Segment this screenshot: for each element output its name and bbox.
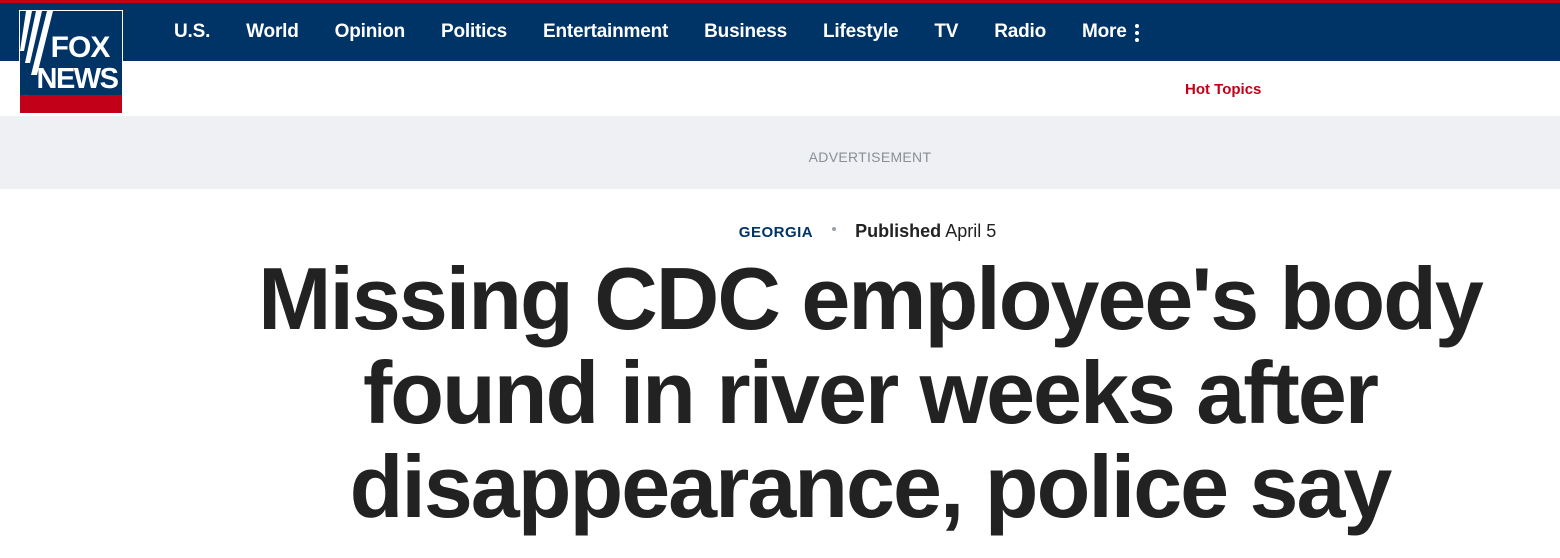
meta-separator-dot [832,227,837,232]
nav-more-label: More [1082,21,1127,42]
nav-item-us[interactable]: U.S. [156,3,228,61]
nav-item-business[interactable]: Business [686,3,805,61]
article-meta: GEORGIA Published April 5 [0,221,1560,242]
nav-item-entertainment[interactable]: Entertainment [525,3,686,61]
published-label: Published [855,221,942,241]
logo-mark-icon: FOX NEWS [20,11,120,95]
advertisement-banner: ADVERTISEMENT [0,116,1560,189]
nav-item-radio[interactable]: Radio [976,3,1064,61]
sub-header: Hot Topics [0,61,1560,116]
article-headline: Missing CDC employee's body found in riv… [258,249,1484,536]
nav-item-lifestyle[interactable]: Lifestyle [805,3,916,61]
nav-item-more[interactable]: More [1064,3,1157,61]
page: U.S. World Opinion Politics Entertainmen… [0,0,1560,558]
main-nav: U.S. World Opinion Politics Entertainmen… [156,3,1157,61]
published-date: April 5 [945,221,997,241]
hot-topics-link[interactable]: Hot Topics [1185,81,1261,98]
svg-text:FOX: FOX [51,31,111,64]
nav-item-politics[interactable]: Politics [423,3,525,61]
article-category-link[interactable]: GEORGIA [739,224,813,241]
nav-item-tv[interactable]: TV [916,3,976,61]
nav-item-world[interactable]: World [228,3,316,61]
fox-news-logo[interactable]: FOX NEWS [19,10,123,114]
nav-item-opinion[interactable]: Opinion [317,3,423,61]
svg-text:NEWS: NEWS [37,63,119,95]
kebab-vertical-icon [1134,24,1139,42]
top-navigation-bar: U.S. World Opinion Politics Entertainmen… [0,0,1560,61]
advertisement-label: ADVERTISEMENT [808,149,932,165]
